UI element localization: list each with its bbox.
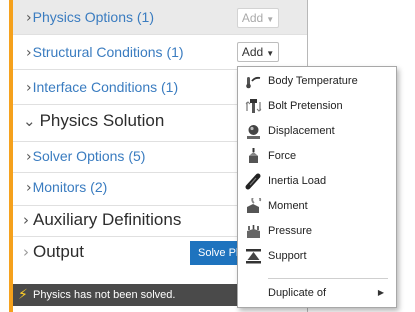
physics-options-row[interactable]: ›Physics Options (1) Add ▼ — [13, 0, 307, 34]
thermometer-icon — [246, 76, 261, 89]
chevron-right-icon: › — [23, 211, 29, 229]
chevron-right-icon: › — [26, 180, 32, 196]
displacement-icon — [247, 125, 260, 139]
chevron-down-icon: ⌄ — [23, 112, 36, 130]
physics-options-label: Physics Options (1) — [32, 9, 154, 25]
pressure-icon — [247, 225, 260, 238]
menu-item-force[interactable]: Force — [238, 144, 396, 169]
chevron-right-icon: › — [26, 80, 32, 96]
submenu-arrow-icon: ▶ — [377, 288, 384, 297]
menu-item-moment[interactable]: Moment — [238, 194, 396, 219]
menu-item-displacement[interactable]: Displacement — [238, 119, 396, 144]
bolt-icon — [245, 99, 262, 113]
menu-item-body-temperature[interactable]: Body Temperature — [238, 69, 396, 94]
caret-down-icon: ▼ — [266, 15, 275, 24]
structural-conditions-row[interactable]: ›Structural Conditions (1) Add ▼ — [13, 35, 307, 69]
chevron-right-icon: › — [26, 10, 32, 26]
chevron-right-icon: › — [23, 243, 29, 261]
menu-item-pressure[interactable]: Pressure — [238, 219, 396, 244]
inertia-load-icon — [245, 173, 261, 190]
menu-separator — [268, 278, 388, 279]
moment-icon — [247, 198, 262, 213]
monitors-label: Monitors (2) — [32, 179, 108, 195]
menu-item-inertia-load[interactable]: Inertia Load — [238, 169, 396, 194]
menu-item-support[interactable]: Support — [238, 244, 396, 269]
auxiliary-definitions-label: Auxiliary Definitions — [33, 210, 182, 229]
support-icon — [246, 249, 261, 264]
menu-item-bolt-pretension[interactable]: Bolt Pretension — [238, 94, 396, 119]
add-structural-condition-button[interactable]: Add ▼ — [237, 42, 279, 62]
interface-conditions-label: Interface Conditions (1) — [32, 79, 179, 95]
status-message: Physics has not been solved. — [33, 289, 176, 301]
chevron-right-icon: › — [26, 149, 32, 165]
chevron-right-icon: › — [26, 45, 32, 61]
force-icon — [249, 148, 258, 163]
add-physics-option-button[interactable]: Add ▼ — [237, 8, 279, 28]
output-label: Output — [33, 242, 85, 261]
structural-conditions-label: Structural Conditions (1) — [32, 44, 184, 60]
solver-options-label: Solver Options (5) — [32, 148, 146, 164]
lightning-bolt-icon: ⚡ — [18, 287, 28, 303]
add-condition-menu: Body Temperature Bolt Pretension Displac… — [237, 66, 397, 308]
physics-solution-label: Physics Solution — [39, 111, 165, 130]
menu-item-duplicate-of[interactable]: Duplicate of ▶ — [238, 281, 396, 306]
caret-down-icon: ▼ — [266, 49, 275, 58]
